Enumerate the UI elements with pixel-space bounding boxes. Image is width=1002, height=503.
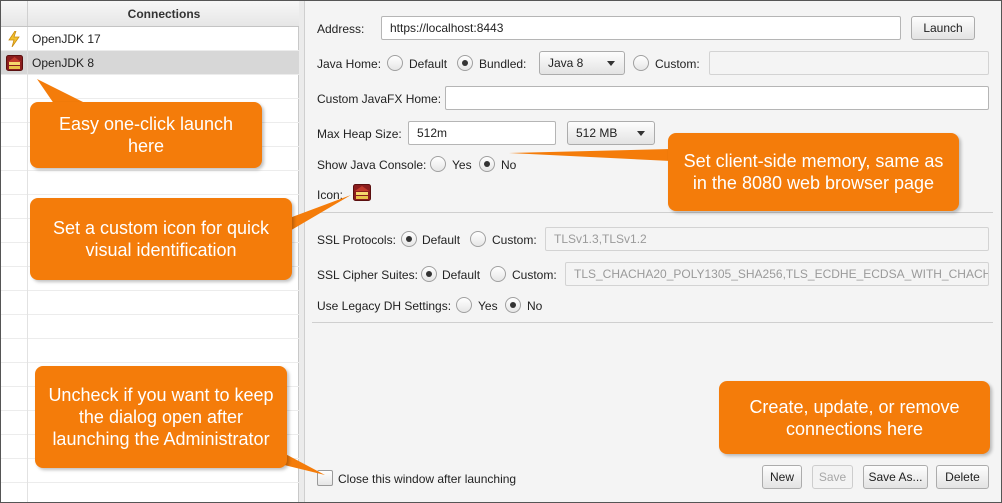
memory-callout-pointer: [509, 149, 671, 161]
launch-callout: Easy one-click launch here: [30, 102, 262, 168]
memory-callout: Set client-side memory, same as in the 8…: [668, 133, 959, 211]
icon-callout: Set a custom icon for quick visual ident…: [30, 198, 292, 280]
close-callout: Uncheck if you want to keep the dialog o…: [35, 366, 287, 468]
connections-dialog: Connections OpenJDK 17 OpenJDK 8 Address…: [0, 0, 1002, 503]
connections-callout: Create, update, or remove connections he…: [719, 381, 990, 454]
